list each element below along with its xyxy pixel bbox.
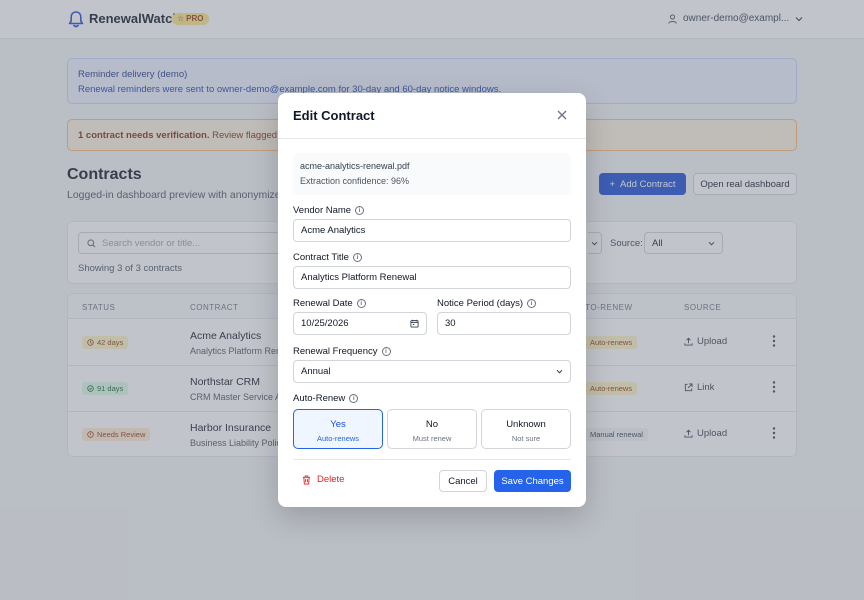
save-changes-button[interactable]: Save Changes xyxy=(494,470,571,492)
info-icon[interactable]: i xyxy=(355,206,365,215)
option-label: Yes xyxy=(330,419,346,430)
notice-period-label: Notice Period (days) i xyxy=(437,298,537,309)
info-icon[interactable]: i xyxy=(352,253,362,262)
vendor-name-label-text: Vendor Name xyxy=(293,205,352,216)
option-sublabel: Auto-renews xyxy=(316,434,360,443)
source-file-info: acme-analytics-renewal.pdf Extraction co… xyxy=(293,153,571,195)
auto-renew-option-no[interactable]: No Must renew xyxy=(387,409,477,449)
modal-divider xyxy=(293,459,571,460)
renewal-date-field[interactable]: 10/25/2026 xyxy=(293,312,427,335)
close-icon[interactable] xyxy=(557,110,567,120)
notice-period-label-text: Notice Period (days) xyxy=(437,298,524,309)
modal-title: Edit Contract xyxy=(293,108,375,123)
renewal-frequency-value: Annual xyxy=(301,366,331,377)
file-name: acme-analytics-renewal.pdf xyxy=(300,161,410,171)
edit-contract-modal: Edit Contract acme-analytics-renewal.pdf… xyxy=(278,93,586,507)
calendar-icon[interactable] xyxy=(410,319,419,328)
notice-period-field[interactable] xyxy=(437,312,571,335)
option-sublabel: Not sure xyxy=(511,434,541,443)
info-icon[interactable]: i xyxy=(381,347,391,356)
info-icon[interactable]: i xyxy=(527,299,537,308)
delete-label: Delete xyxy=(317,474,345,485)
delete-button[interactable]: Delete xyxy=(302,474,344,485)
auto-renew-option-unknown[interactable]: Unknown Not sure xyxy=(481,409,571,449)
trash-icon xyxy=(302,475,311,484)
option-label: No xyxy=(425,419,439,430)
renewal-date-value: 10/25/2026 xyxy=(301,318,349,329)
option-label: Unknown xyxy=(506,419,546,430)
auto-renew-option-yes[interactable]: Yes Auto-renews xyxy=(293,409,383,449)
renewal-date-label-text: Renewal Date xyxy=(293,298,353,309)
renewal-frequency-label-text: Renewal Frequency xyxy=(293,346,378,357)
vendor-name-label: Vendor Name i xyxy=(293,205,365,216)
modal-header: Edit Contract xyxy=(278,93,586,139)
cancel-button[interactable]: Cancel xyxy=(439,470,487,492)
chevron-down-icon xyxy=(556,369,563,374)
auto-renew-label-text: Auto-Renew xyxy=(293,393,346,404)
renewal-frequency-select[interactable]: Annual xyxy=(293,360,571,383)
vendor-name-field[interactable] xyxy=(293,219,571,242)
info-icon[interactable]: i xyxy=(349,394,359,403)
contract-title-label: Contract Title i xyxy=(293,252,362,263)
contract-title-label-text: Contract Title xyxy=(293,252,349,263)
contract-title-field[interactable] xyxy=(293,266,571,289)
renewal-frequency-label: Renewal Frequency i xyxy=(293,346,391,357)
info-icon[interactable]: i xyxy=(356,299,366,308)
extraction-confidence: Extraction confidence: 96% xyxy=(300,176,410,186)
renewal-date-label: Renewal Date i xyxy=(293,298,366,309)
auto-renew-label: Auto-Renew i xyxy=(293,393,359,404)
option-sublabel: Must renew xyxy=(412,434,452,443)
